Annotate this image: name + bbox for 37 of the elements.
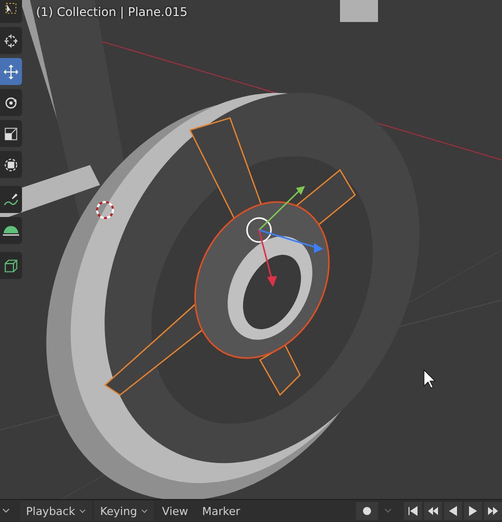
menu-button[interactable]: View bbox=[156, 501, 194, 521]
mouse-pointer-icon bbox=[424, 369, 436, 388]
chevron-icon bbox=[79, 508, 86, 514]
chevron-icon bbox=[2, 507, 10, 515]
chevron-icon bbox=[141, 508, 148, 514]
tool-button[interactable] bbox=[0, 217, 22, 244]
next-keyframe-icon bbox=[487, 506, 499, 516]
3d-cursor-icon bbox=[96, 201, 114, 219]
tool-button[interactable] bbox=[0, 151, 22, 178]
record-button[interactable] bbox=[356, 502, 378, 520]
play-reverse-button[interactable] bbox=[444, 502, 462, 520]
play-reverse-icon bbox=[448, 506, 458, 516]
play-icon bbox=[468, 506, 478, 516]
measure-icon bbox=[2, 224, 20, 237]
menu-button[interactable]: Playback bbox=[20, 501, 92, 521]
next-keyframe-button[interactable] bbox=[484, 502, 502, 520]
cursor-icon bbox=[2, 32, 20, 50]
tool-button[interactable] bbox=[0, 186, 22, 213]
jump-start-icon bbox=[408, 506, 418, 516]
cube-icon bbox=[2, 256, 20, 274]
move-icon bbox=[2, 62, 20, 80]
record-icon bbox=[363, 507, 371, 515]
tool-button[interactable] bbox=[0, 58, 22, 85]
menu-button[interactable]: Keying bbox=[94, 501, 154, 521]
jump-start-button[interactable] bbox=[404, 502, 422, 520]
tool-button[interactable] bbox=[0, 0, 22, 23]
play-button[interactable] bbox=[464, 502, 482, 520]
previous-keyframe-icon bbox=[427, 506, 439, 516]
tool-button[interactable] bbox=[0, 89, 22, 116]
chevron-icon bbox=[384, 507, 392, 515]
menu-button[interactable]: Marker bbox=[196, 501, 246, 521]
tool-button[interactable] bbox=[0, 27, 22, 54]
tool-button[interactable] bbox=[0, 252, 22, 279]
tool-button[interactable] bbox=[0, 120, 22, 147]
collection-object-label: (1) Collection | Plane.015 bbox=[36, 5, 188, 19]
previous-keyframe-button[interactable] bbox=[424, 502, 442, 520]
beam-drawing bbox=[340, 0, 378, 22]
